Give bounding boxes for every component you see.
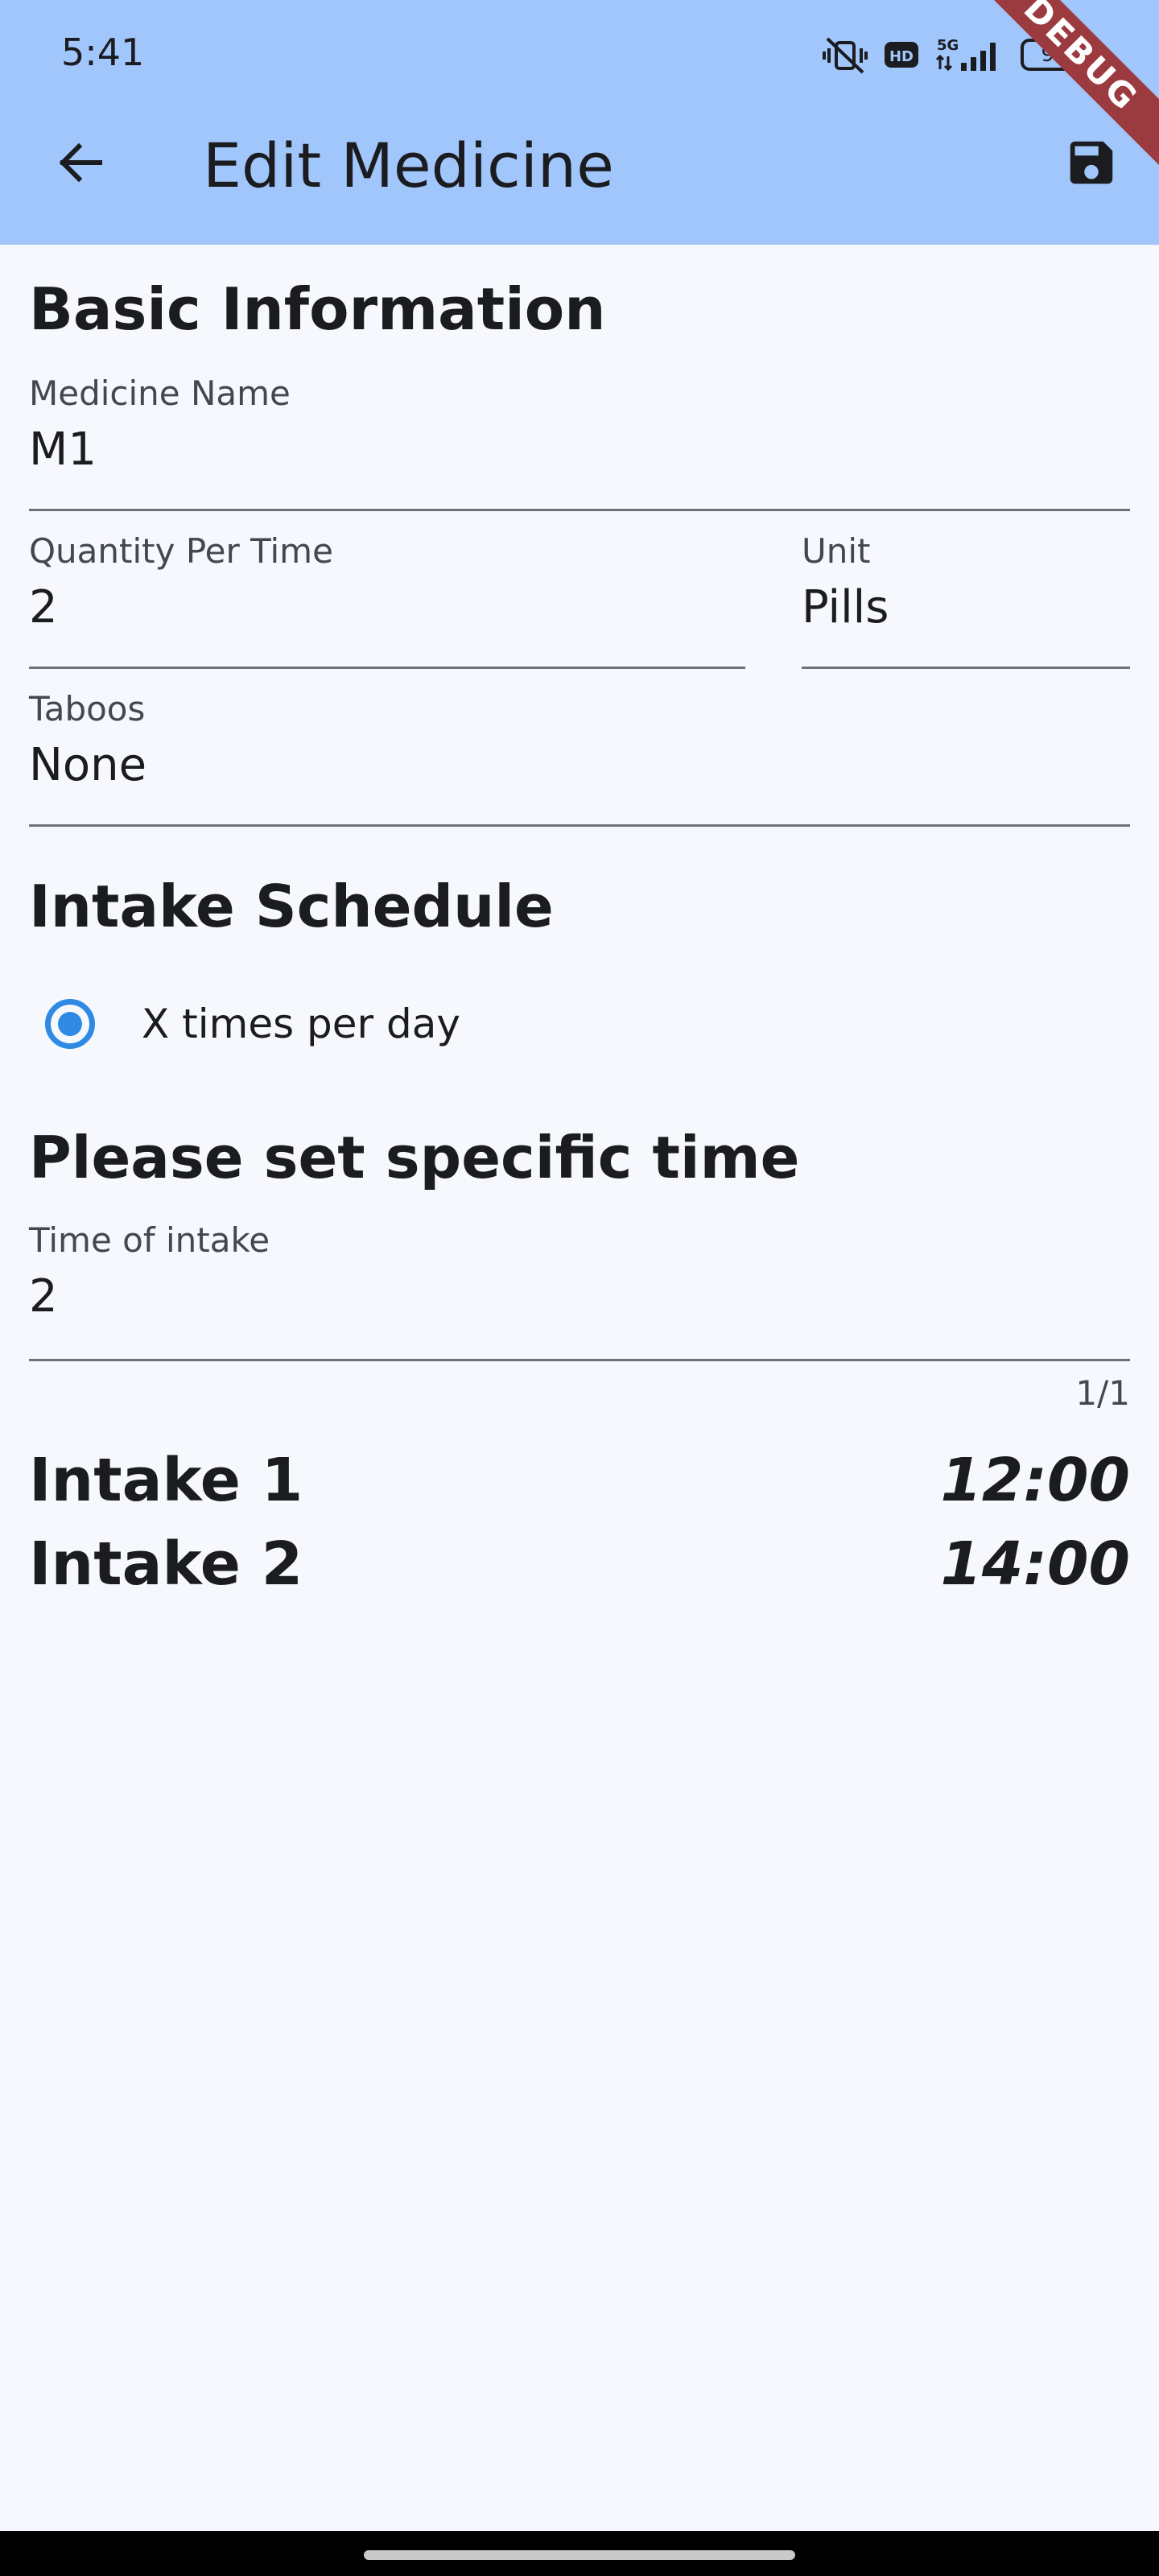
x-times-per-day-option[interactable]: X times per day — [29, 979, 592, 1069]
intake-1-label: Intake 1 — [29, 1446, 303, 1515]
medicine-name-field[interactable]: Medicine Name M1 — [29, 374, 1130, 511]
save-icon — [1063, 134, 1120, 194]
time-of-intake-label: Time of intake — [29, 1220, 270, 1260]
basic-information-heading: Basic Information — [29, 275, 606, 343]
svg-text:5G: 5G — [937, 37, 959, 54]
radio-button[interactable] — [45, 999, 95, 1049]
taboos-value: None — [29, 739, 147, 791]
5g-signal-icon: 5G — [934, 35, 1006, 74]
app-bar: 5:41 HD 5G DEBUG Edit Medicine — [0, 0, 1159, 245]
svg-text:HD: HD — [889, 48, 914, 65]
intake-1-time[interactable]: 12:00 — [940, 1446, 1130, 1515]
page-title: Edit Medicine — [203, 130, 614, 201]
unit-value: Pills — [802, 581, 889, 634]
time-of-intake-value: 2 — [29, 1270, 58, 1323]
radio-selected-dot — [58, 1012, 82, 1036]
taboos-field[interactable]: Taboos None — [29, 689, 1130, 827]
quantity-per-time-field[interactable]: Quantity Per Time 2 — [29, 531, 745, 669]
specific-time-heading: Please set specific time — [29, 1124, 800, 1191]
intake-schedule-heading: Intake Schedule — [29, 873, 554, 940]
unit-field[interactable]: Unit Pills — [802, 531, 1130, 669]
medicine-name-label: Medicine Name — [29, 374, 291, 413]
unit-label: Unit — [802, 531, 871, 571]
quantity-per-time-label: Quantity Per Time — [29, 531, 333, 571]
back-button[interactable] — [45, 129, 116, 200]
taboos-label: Taboos — [29, 689, 146, 729]
medicine-name-value: M1 — [29, 423, 97, 476]
vibrate-off-icon — [823, 35, 869, 74]
hd-icon: HD — [884, 39, 919, 70]
status-time: 5:41 — [61, 31, 145, 74]
quantity-per-time-value: 2 — [29, 581, 58, 634]
time-of-intake-field[interactable]: Time of intake 2 — [29, 1220, 1130, 1361]
arrow-back-icon — [55, 137, 106, 192]
home-gesture-handle[interactable] — [364, 2550, 795, 2560]
intake-2-label: Intake 2 — [29, 1530, 303, 1599]
save-button[interactable] — [1056, 129, 1127, 200]
intake-2-time[interactable]: 14:00 — [940, 1530, 1130, 1599]
system-navigation-bar — [0, 2531, 1159, 2576]
character-counter: 1/1 — [1075, 1373, 1130, 1413]
x-times-per-day-label: X times per day — [142, 1001, 460, 1047]
